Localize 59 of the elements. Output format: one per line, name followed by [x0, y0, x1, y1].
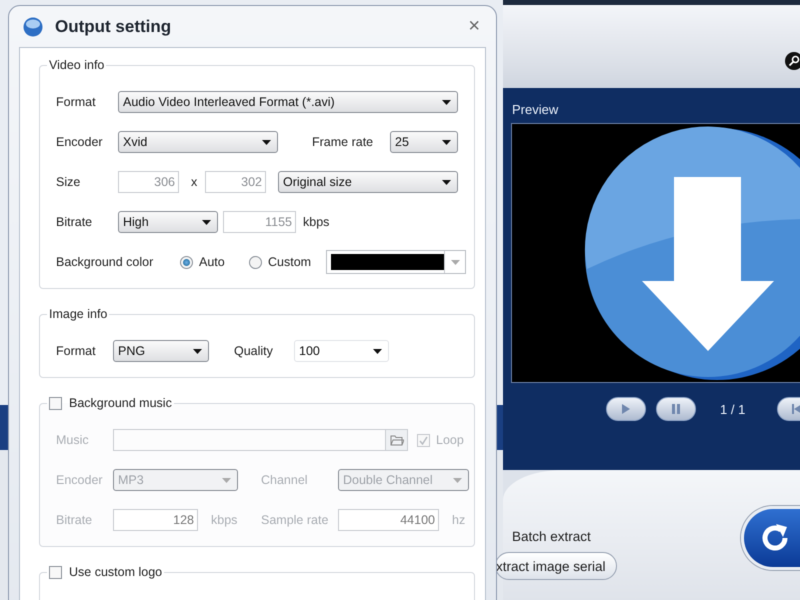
- caret-icon: [453, 478, 462, 482]
- field-label: Music: [56, 433, 90, 447]
- group-title: Video info: [49, 58, 104, 72]
- dialog-title: Output setting: [55, 16, 172, 36]
- preview-title: Preview: [512, 102, 560, 117]
- batch-extract-label: Batch extract: [512, 529, 592, 544]
- checkbox[interactable]: [49, 566, 62, 578]
- format-dropdown[interactable]: Audio Video Interleaved Format (*.avi): [118, 91, 458, 113]
- caret-icon: [373, 348, 382, 354]
- size-separator: x: [191, 175, 198, 189]
- skip-back-icon: [792, 404, 800, 414]
- caret-icon: [442, 140, 451, 144]
- play-button[interactable]: [606, 397, 646, 421]
- unit-label: kbps: [211, 513, 238, 527]
- bitrate-dropdown[interactable]: High: [118, 211, 218, 233]
- frame-rate-dropdown[interactable]: 25: [390, 131, 458, 153]
- play-icon: [622, 404, 630, 414]
- field-label: Format: [56, 95, 97, 109]
- radio-label: Custom: [268, 255, 312, 269]
- field-label: Sample rate: [261, 513, 330, 527]
- caret-icon: [222, 478, 231, 482]
- unit-label: kbps: [303, 215, 330, 229]
- radio-button[interactable]: [180, 256, 193, 268]
- caret-icon: [202, 220, 211, 224]
- quality-dropdown[interactable]: 100: [294, 340, 389, 362]
- folder-icon: [390, 434, 404, 446]
- color-picker[interactable]: [326, 250, 466, 274]
- caret-icon: [442, 180, 451, 184]
- unit-label: hz: [452, 513, 466, 527]
- encoder-dropdown[interactable]: Xvid: [118, 131, 278, 153]
- field-label: Bitrate: [56, 513, 94, 527]
- close-button[interactable]: ×: [464, 15, 484, 38]
- extract-serial-button[interactable]: xtract image serial: [495, 552, 617, 580]
- caret-icon: [442, 100, 451, 104]
- caret-icon: [262, 140, 271, 144]
- start-button[interactable]: [741, 506, 800, 570]
- app-orb-icon: [23, 16, 43, 36]
- group-title: Use custom logo: [69, 565, 162, 579]
- page-counter: 1 / 1: [720, 402, 746, 416]
- group-title: Background music: [69, 396, 172, 410]
- field-label: Channel: [261, 473, 309, 487]
- image-format-dropdown[interactable]: PNG: [113, 340, 209, 362]
- size-preset-dropdown[interactable]: Original size: [278, 171, 458, 193]
- field-label: Frame rate: [312, 135, 374, 149]
- caret-icon: [450, 260, 460, 264]
- pause-icon: [672, 404, 680, 414]
- field-label: Format: [56, 344, 97, 358]
- radio-button[interactable]: [249, 256, 262, 268]
- field-label: Encoder: [56, 473, 104, 487]
- field-label: Encoder: [56, 135, 104, 149]
- radio-label: Auto: [199, 255, 226, 269]
- field-label: Background color: [56, 255, 154, 269]
- field-label: Size: [56, 175, 82, 189]
- pause-button[interactable]: [656, 397, 696, 421]
- field-label: Loop: [436, 433, 465, 447]
- field-label: Bitrate: [56, 215, 94, 229]
- group-title: Image info: [49, 307, 108, 321]
- caret-icon: [193, 348, 202, 354]
- field-label: Quality: [234, 344, 274, 358]
